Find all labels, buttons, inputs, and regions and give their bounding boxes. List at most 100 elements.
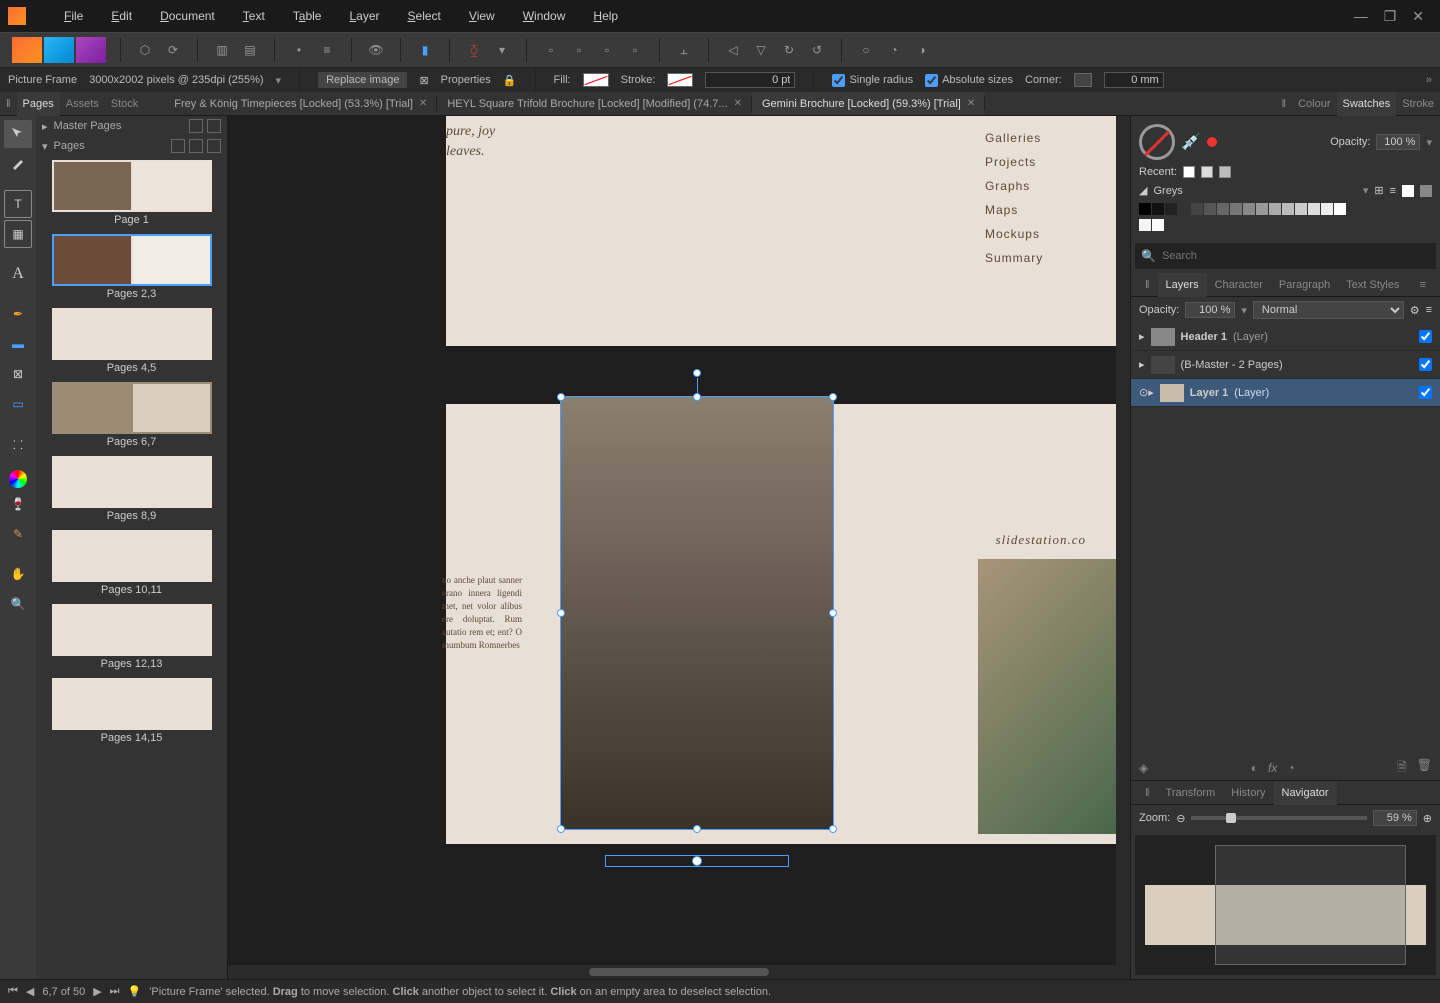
back-one-icon[interactable]: ▫ bbox=[569, 40, 589, 60]
swatch[interactable] bbox=[1256, 203, 1268, 215]
pages-opt2-icon[interactable] bbox=[189, 139, 203, 153]
close-icon[interactable]: ✕ bbox=[1412, 8, 1424, 25]
doc-dims[interactable]: 3000x2002 pixels @ 235dpi (255%) bbox=[89, 74, 263, 86]
pen-tool[interactable]: ✒ bbox=[4, 300, 32, 328]
close-tab-icon[interactable]: ✕ bbox=[419, 98, 427, 109]
pages-opt-icon[interactable] bbox=[171, 139, 185, 153]
preview-icon[interactable]: 👁 bbox=[366, 40, 386, 60]
panel-handle-icon[interactable]: ‖ bbox=[0, 98, 17, 110]
layer-row[interactable]: ⊙▸ Layer 1 (Layer) bbox=[1131, 379, 1440, 407]
current-fill-swatch[interactable] bbox=[1139, 124, 1175, 160]
swatch-search[interactable]: 🔍 bbox=[1135, 243, 1436, 269]
layer-visible-checkbox[interactable] bbox=[1419, 386, 1432, 399]
corner-value-input[interactable] bbox=[1104, 72, 1164, 88]
swatch[interactable] bbox=[1282, 203, 1294, 215]
fx-icon[interactable]: fx bbox=[1268, 761, 1277, 775]
navigator-preview[interactable] bbox=[1135, 835, 1436, 975]
swatch[interactable] bbox=[1321, 203, 1333, 215]
zoom-out-icon[interactable]: ⊖ bbox=[1176, 812, 1185, 825]
navigator-tab[interactable]: Navigator bbox=[1274, 781, 1337, 805]
flip-v-icon[interactable]: ▽ bbox=[751, 40, 771, 60]
add-icon[interactable]: ○ bbox=[856, 40, 876, 60]
swatch[interactable] bbox=[1191, 203, 1203, 215]
right-panel-handle-icon[interactable]: ‖ bbox=[1276, 98, 1293, 110]
pan-tool[interactable]: ✋ bbox=[4, 560, 32, 588]
menu-edit[interactable]: Edit bbox=[97, 5, 146, 27]
color-picker-tool[interactable]: ✎ bbox=[4, 520, 32, 548]
snapping-icon[interactable]: ⧲ bbox=[464, 40, 484, 60]
fill-tool[interactable] bbox=[9, 470, 27, 488]
first-page-icon[interactable]: ⏮ bbox=[8, 985, 18, 998]
frame-text-tool[interactable]: T bbox=[4, 190, 32, 218]
character-tab[interactable]: Character bbox=[1207, 279, 1271, 291]
forward-one-icon[interactable]: ▫ bbox=[597, 40, 617, 60]
palette-name[interactable]: Greys bbox=[1153, 185, 1356, 197]
textstyles-tab[interactable]: Text Styles bbox=[1338, 279, 1407, 291]
menu-window[interactable]: Window bbox=[509, 5, 580, 27]
swatch[interactable] bbox=[1165, 203, 1177, 215]
stroke-swatch[interactable] bbox=[667, 73, 693, 87]
zoom-tool[interactable]: 🔍 bbox=[4, 590, 32, 618]
intersect-icon[interactable]: ◑ bbox=[912, 40, 932, 60]
list-icon[interactable]: ≡ bbox=[1390, 185, 1396, 197]
picture-frame-2[interactable] bbox=[978, 559, 1130, 834]
transparency-tool[interactable]: 🍷 bbox=[4, 490, 32, 518]
stroke-tab[interactable]: Stroke bbox=[1396, 92, 1440, 116]
close-tab-icon[interactable]: ✕ bbox=[967, 98, 975, 109]
layer-visible-checkbox[interactable] bbox=[1419, 330, 1432, 343]
persona-publisher[interactable] bbox=[12, 37, 42, 63]
assets-tab[interactable]: Assets bbox=[60, 92, 105, 116]
prev-page-icon[interactable]: ◀ bbox=[26, 985, 34, 998]
fill-swatch[interactable] bbox=[583, 73, 609, 87]
rotate-handle[interactable] bbox=[693, 369, 701, 377]
pages-opt3-icon[interactable] bbox=[207, 139, 221, 153]
layers-tab[interactable]: Layers bbox=[1158, 273, 1207, 297]
last-page-icon[interactable]: ⏭ bbox=[110, 985, 120, 998]
pages-list[interactable]: Page 1 Pages 2,3 Pages 4,5 Pages 6,7 Pag… bbox=[36, 156, 227, 979]
page-thumb-6-7[interactable] bbox=[52, 382, 212, 434]
gear-icon[interactable]: ⚙ bbox=[1410, 304, 1420, 317]
swatch[interactable] bbox=[1152, 203, 1164, 215]
baseline-icon[interactable]: • bbox=[289, 40, 309, 60]
swatch[interactable] bbox=[1178, 203, 1190, 215]
page-indicator[interactable]: 6,7 of 50 bbox=[42, 986, 85, 998]
delete-layer-icon[interactable]: 🗑 bbox=[1417, 758, 1432, 779]
panel-menu-icon[interactable]: ≡ bbox=[1412, 279, 1434, 291]
lock-icon[interactable]: 🔒 bbox=[503, 74, 517, 87]
menu-document[interactable]: Document bbox=[146, 5, 229, 27]
page-thumb-14-15[interactable] bbox=[52, 678, 212, 730]
swatch[interactable] bbox=[1230, 203, 1242, 215]
layer-row[interactable]: ▸ Header 1 (Layer) bbox=[1131, 323, 1440, 351]
layer-visible-checkbox[interactable] bbox=[1419, 358, 1432, 371]
page-thumb-10-11[interactable] bbox=[52, 530, 212, 582]
swatch-red[interactable] bbox=[1207, 137, 1217, 147]
page-thumb-8-9[interactable] bbox=[52, 456, 212, 508]
selection-handles[interactable] bbox=[560, 396, 834, 830]
preflight-icon[interactable]: ▥ bbox=[212, 40, 232, 60]
master-pages-section[interactable]: Master Pages bbox=[54, 120, 122, 132]
page-thumb-4-5[interactable] bbox=[52, 308, 212, 360]
picture-frame-tool[interactable]: ⊠ bbox=[4, 360, 32, 388]
blend-icon[interactable]: ◔ bbox=[1287, 761, 1294, 775]
page-thumb-1[interactable] bbox=[52, 160, 212, 212]
replace-image-button[interactable]: Replace image bbox=[318, 72, 407, 88]
snap-toggle-icon[interactable]: ⬡ bbox=[135, 40, 155, 60]
master-opt-icon[interactable] bbox=[189, 119, 203, 133]
pages-section[interactable]: Pages bbox=[54, 140, 85, 152]
place-image-tool[interactable]: ▭ bbox=[4, 390, 32, 418]
doc-tab-3[interactable]: Gemini Brochure [Locked] (59.3%) [Trial]… bbox=[752, 92, 985, 115]
absolute-sizes-checkbox[interactable]: Absolute sizes bbox=[925, 74, 1013, 87]
swatch[interactable] bbox=[1139, 203, 1151, 215]
fields-icon[interactable]: ▤ bbox=[240, 40, 260, 60]
colour-tab[interactable]: Colour bbox=[1292, 92, 1336, 116]
swatch[interactable] bbox=[1243, 203, 1255, 215]
swatches-tab[interactable]: Swatches bbox=[1337, 92, 1397, 116]
zoom-in-icon[interactable]: ⊕ bbox=[1423, 812, 1432, 825]
rotate-ccw-icon[interactable]: ↺ bbox=[807, 40, 827, 60]
persona-photo[interactable] bbox=[76, 37, 106, 63]
page-thumb-12-13[interactable] bbox=[52, 604, 212, 656]
menu-select[interactable]: Select bbox=[394, 5, 455, 27]
grid-icon[interactable]: ⊞ bbox=[1374, 184, 1383, 197]
eyedropper-icon[interactable]: 💉 bbox=[1181, 132, 1201, 152]
close-tab-icon[interactable]: ✕ bbox=[734, 98, 742, 109]
